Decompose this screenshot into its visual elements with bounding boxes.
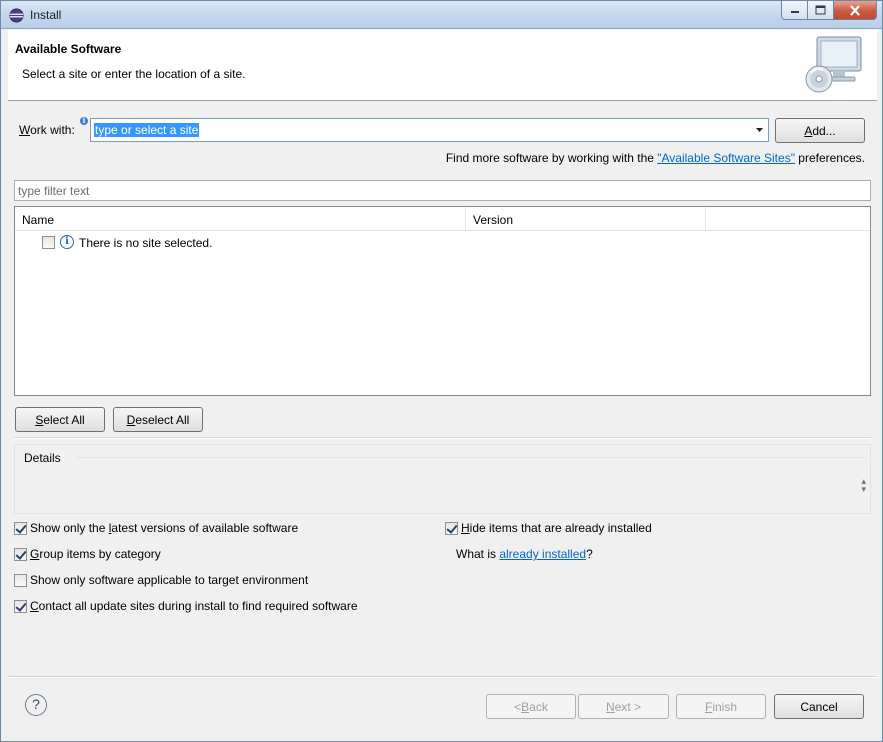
close-icon (850, 4, 860, 16)
details-label: Details (24, 451, 61, 465)
more-software-before: Find more software by working with the (445, 151, 658, 165)
software-tree[interactable]: Name Version i There is no site selected… (14, 206, 871, 396)
back-rest: ack (529, 699, 548, 714)
window-title: Install (30, 8, 62, 22)
install-window: Install Available Software Select a site… (0, 0, 883, 742)
add-site-button[interactable]: Add... (775, 118, 865, 143)
hide-accel: H (461, 521, 470, 535)
group-rest: roup items by category (39, 547, 161, 561)
select-all-label: elect All (43, 412, 85, 427)
page-subtitle: Select a site or enter the location of a… (22, 67, 246, 81)
details-text-area[interactable] (16, 473, 869, 513)
hide-installed-label: Hide items that are already installed (461, 521, 652, 535)
tree-header: Name Version (15, 207, 870, 231)
back-accel: B (521, 699, 530, 714)
contact-rest: ontact all update sites during install t… (38, 599, 358, 613)
latest-b: atest versions of available software (111, 521, 299, 535)
next-button[interactable]: Next > (578, 694, 669, 719)
details-divider (77, 457, 866, 458)
already-installed-link[interactable]: already installed (499, 547, 586, 561)
contact-update-sites-checkbox[interactable] (14, 600, 27, 613)
finish-accel: F (704, 699, 713, 714)
wizard-banner: Available Software Select a site or ente… (8, 30, 877, 101)
finish-rest: inish (712, 699, 738, 714)
what-is-after: ? (586, 547, 593, 561)
group-accel: G (30, 547, 40, 561)
more-software-after: preferences. (794, 151, 865, 165)
help-icon[interactable]: ? (25, 694, 47, 716)
hide-installed-checkbox[interactable] (445, 522, 458, 535)
close-button[interactable] (834, 1, 877, 20)
more-software-text: Find more software by working with the "… (446, 151, 865, 165)
footer-separator (8, 676, 877, 678)
contact-accel: C (30, 599, 39, 613)
back-pre: < (514, 699, 522, 714)
chevron-down-icon (756, 128, 763, 132)
group-by-category-checkbox[interactable] (14, 548, 27, 561)
tree-row-label: There is no site selected. (79, 236, 213, 250)
target-environment-checkbox[interactable] (14, 574, 27, 587)
latest-versions-label: Show only the latest versions of availab… (30, 521, 298, 535)
column-version-label: Version (473, 213, 514, 227)
scroll-down-icon[interactable]: ▾ (861, 485, 866, 494)
deselect-all-accel: D (126, 412, 136, 427)
details-group: Details ▴ ▾ (14, 444, 871, 514)
eclipse-icon (9, 8, 24, 23)
target-environment-label: Show only software applicable to target … (30, 573, 309, 587)
add-label: dd... (812, 123, 836, 138)
combo-dropdown-button[interactable] (751, 119, 768, 141)
deselect-all-button[interactable]: Deselect All (113, 407, 203, 432)
what-is-installed-text: What is already installed? (456, 547, 593, 561)
latest-a: Show only the (30, 521, 109, 535)
maximize-button[interactable] (808, 1, 834, 20)
page-title: Available Software (15, 42, 122, 56)
tree-row[interactable]: i There is no site selected. (15, 233, 870, 251)
work-with-label-text: ork with: (30, 123, 75, 137)
available-software-sites-link[interactable]: "Available Software Sites" (657, 151, 795, 165)
info-decoration-icon: i (80, 117, 88, 125)
finish-button[interactable]: Finish (676, 694, 766, 719)
window-controls (781, 1, 877, 21)
column-name-label: Name (22, 213, 55, 227)
back-button[interactable]: < Back (486, 694, 576, 719)
group-by-category-label: Group items by category (30, 547, 161, 561)
work-with-accel: W (19, 123, 31, 137)
title-bar[interactable]: Install (1, 1, 882, 29)
what-is-before: What is (456, 547, 500, 561)
install-wizard-icon (805, 36, 862, 93)
minimize-icon (790, 11, 799, 13)
work-with-label: Work with: (19, 123, 75, 137)
deselect-all-label: eselect All (135, 412, 190, 427)
next-rest: ext > (614, 699, 642, 714)
maximize-icon (815, 5, 826, 15)
column-name[interactable]: Name (15, 207, 466, 231)
add-accel: A (804, 123, 813, 138)
filter-placeholder: type filter text (18, 184, 90, 198)
select-all-accel: S (35, 412, 44, 427)
minimize-button[interactable] (781, 1, 808, 20)
next-accel: N (605, 699, 615, 714)
cancel-button[interactable]: Cancel (774, 694, 864, 719)
select-all-button[interactable]: Select All (15, 407, 105, 432)
info-icon: i (60, 235, 74, 249)
column-version[interactable]: Version (466, 207, 706, 231)
latest-versions-checkbox[interactable] (14, 522, 27, 535)
contact-update-sites-label: Contact all update sites during install … (30, 599, 358, 613)
filter-input[interactable]: type filter text (14, 180, 871, 201)
details-scroll-arrows[interactable]: ▴ ▾ (861, 477, 866, 494)
work-with-combo[interactable]: type or select a site (90, 118, 769, 142)
separator (14, 437, 871, 439)
hide-rest: ide items that are already installed (469, 521, 652, 535)
work-with-value[interactable]: type or select a site (94, 123, 200, 137)
tree-row-checkbox[interactable] (42, 236, 55, 249)
